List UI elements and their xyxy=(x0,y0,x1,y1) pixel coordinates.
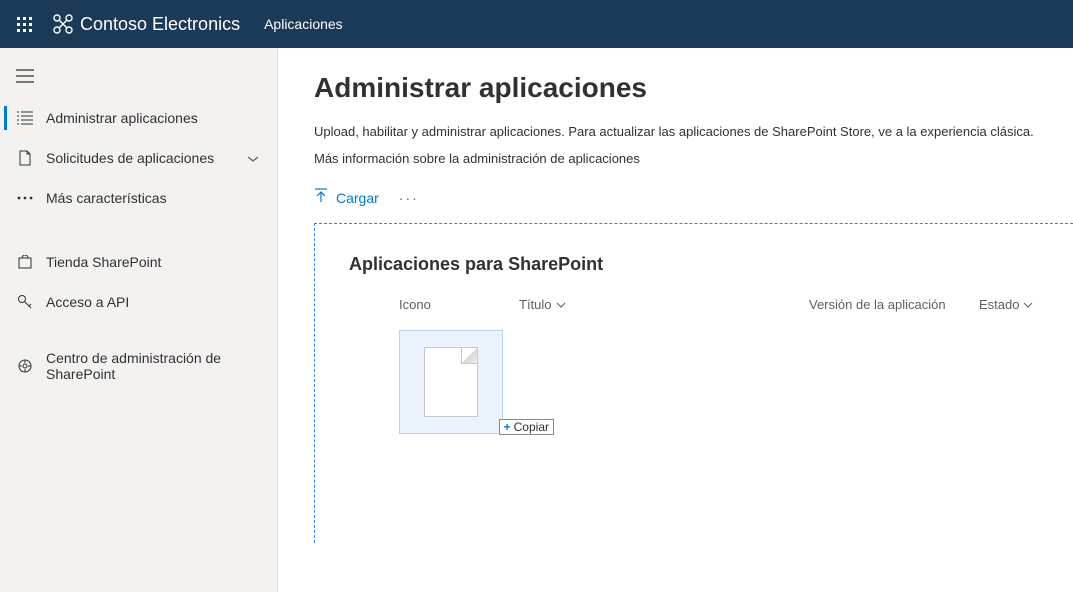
sidebar: Administrar aplicaciones Solicitudes de … xyxy=(0,48,278,592)
waffle-menu[interactable] xyxy=(0,0,48,48)
plus-icon: + xyxy=(504,420,511,434)
sidebar-item-label: Administrar aplicaciones xyxy=(46,110,277,126)
sidebar-item-more-features[interactable]: Más características xyxy=(0,178,277,218)
header-app-name: Aplicaciones xyxy=(264,16,343,32)
sidebar-item-api-access[interactable]: Acceso a API xyxy=(0,282,277,322)
sidebar-item-label: Solicitudes de aplicaciones xyxy=(46,150,235,166)
admin-icon xyxy=(16,358,34,374)
sidebar-item-label: Centro de administración de SharePoint xyxy=(46,350,277,382)
more-actions-button[interactable]: ··· xyxy=(399,190,419,206)
brand[interactable]: Contoso Electronics xyxy=(48,13,240,35)
upload-label: Cargar xyxy=(336,190,379,206)
app-header: Contoso Electronics Aplicaciones xyxy=(0,0,1073,48)
brand-icon xyxy=(52,13,74,35)
column-icon[interactable]: Icono xyxy=(399,297,519,312)
chevron-down-icon xyxy=(556,301,566,309)
drop-zone[interactable]: Aplicaciones para SharePoint Icono Títul… xyxy=(314,223,1073,543)
drop-preview: + Copiar xyxy=(349,330,1073,434)
brand-text: Contoso Electronics xyxy=(80,14,240,35)
file-icon xyxy=(424,347,478,417)
waffle-icon xyxy=(17,17,32,32)
document-icon xyxy=(16,150,34,166)
page-description: Upload, habilitar y administrar aplicaci… xyxy=(314,124,1073,139)
upload-button[interactable]: Cargar xyxy=(314,188,379,207)
drop-copy-badge: + Copiar xyxy=(499,419,554,435)
store-icon xyxy=(16,255,34,269)
table-header: Icono Título Versión de la aplicación Es… xyxy=(349,297,1073,312)
sidebar-item-app-requests[interactable]: Solicitudes de aplicaciones xyxy=(0,138,277,178)
file-thumb: + Copiar xyxy=(399,330,503,434)
sidebar-item-manage-apps[interactable]: Administrar aplicaciones xyxy=(0,98,277,138)
main-content: Administrar aplicaciones Upload, habilit… xyxy=(278,48,1073,592)
section-title: Aplicaciones para SharePoint xyxy=(349,254,1073,275)
command-bar: Cargar ··· xyxy=(314,188,1073,217)
sidebar-toggle[interactable] xyxy=(0,54,277,98)
column-title[interactable]: Título xyxy=(519,297,809,312)
upload-icon xyxy=(314,188,328,207)
sidebar-item-label: Acceso a API xyxy=(46,294,277,310)
key-icon xyxy=(16,294,34,310)
sidebar-item-sharepoint-store[interactable]: Tienda SharePoint xyxy=(0,242,277,282)
column-version[interactable]: Versión de la aplicación xyxy=(809,297,979,312)
ellipsis-icon xyxy=(16,196,34,200)
chevron-down-icon xyxy=(1023,301,1033,309)
page-title: Administrar aplicaciones xyxy=(314,72,1073,104)
ellipsis-icon: ··· xyxy=(399,190,419,206)
chevron-down-icon xyxy=(247,150,259,166)
more-info-link[interactable]: Más información sobre la administración … xyxy=(314,151,1073,166)
list-icon xyxy=(16,111,34,125)
column-state[interactable]: Estado xyxy=(979,297,1033,312)
sidebar-item-label: Más características xyxy=(46,190,277,206)
sidebar-item-sharepoint-admin[interactable]: Centro de administración de SharePoint xyxy=(0,346,277,386)
sidebar-item-label: Tienda SharePoint xyxy=(46,254,277,270)
hamburger-icon xyxy=(16,69,34,83)
